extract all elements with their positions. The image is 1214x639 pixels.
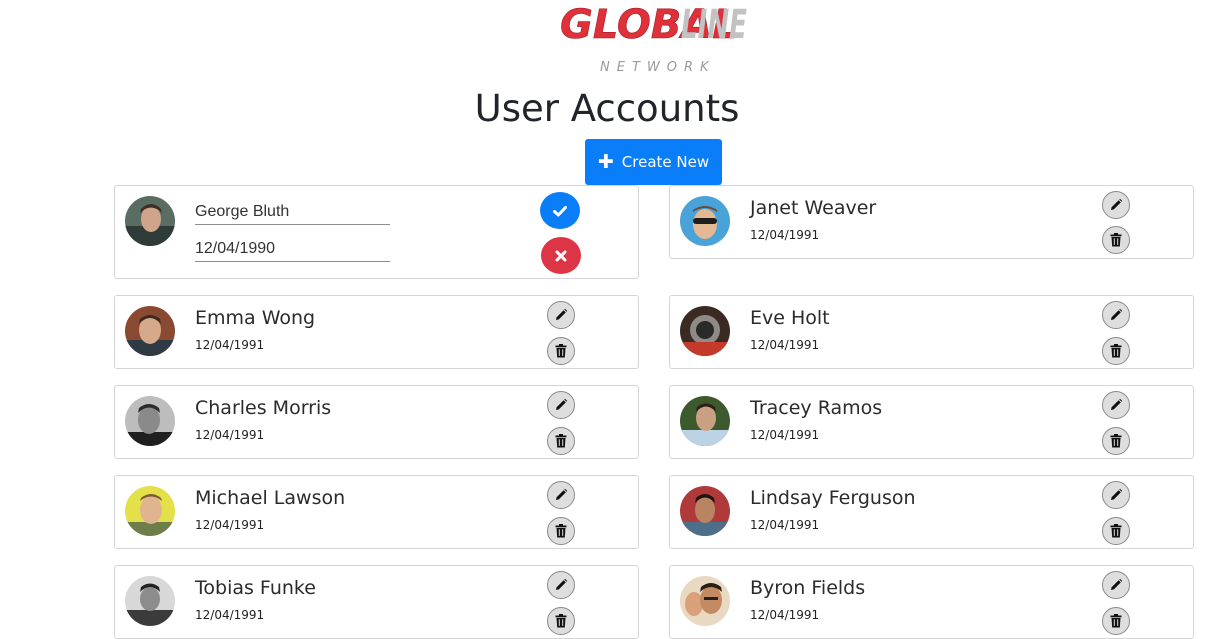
edit-button[interactable] (1102, 391, 1130, 419)
user-name: Janet Weaver (750, 197, 877, 219)
user-card: Lindsay Ferguson 12/04/1991 (669, 475, 1194, 549)
trash-icon (1110, 614, 1122, 628)
pencil-icon (556, 488, 568, 500)
plus-icon: ✚ (597, 150, 614, 173)
avatar (680, 576, 730, 626)
trash-icon (1110, 233, 1122, 247)
close-icon (555, 250, 567, 261)
avatar (680, 306, 730, 356)
user-name: Lindsay Ferguson (750, 487, 916, 509)
delete-button[interactable] (1102, 607, 1130, 635)
edit-button[interactable] (547, 481, 575, 509)
avatar (125, 486, 175, 536)
pencil-icon (1111, 198, 1123, 210)
trash-icon (555, 344, 567, 358)
delete-button[interactable] (1102, 427, 1130, 455)
avatar (125, 576, 175, 626)
avatar (125, 396, 175, 446)
pencil-icon (1111, 488, 1123, 500)
edit-button[interactable] (547, 391, 575, 419)
create-new-button[interactable]: ✚ Create New (585, 139, 722, 185)
user-dob: 12/04/1991 (750, 338, 820, 352)
edit-button[interactable] (547, 301, 575, 329)
pencil-icon (556, 578, 568, 590)
user-dob: 12/04/1991 (750, 608, 820, 622)
avatar (680, 196, 730, 246)
trash-icon (1110, 434, 1122, 448)
user-card: Michael Lawson 12/04/1991 (114, 475, 639, 549)
check-icon (553, 205, 567, 216)
user-dob: 12/04/1991 (195, 338, 265, 352)
page-title: User Accounts (474, 87, 740, 130)
delete-button[interactable] (1102, 226, 1130, 254)
pencil-icon (556, 308, 568, 320)
avatar (680, 396, 730, 446)
user-card: Charles Morris 12/04/1991 (114, 385, 639, 459)
user-name: Charles Morris (195, 397, 332, 419)
confirm-button[interactable] (540, 192, 580, 229)
avatar (680, 486, 730, 536)
dob-input[interactable] (195, 236, 390, 262)
user-dob: 12/04/1991 (195, 428, 265, 442)
delete-button[interactable] (547, 607, 575, 635)
edit-button[interactable] (547, 571, 575, 599)
logo-subtitle: NETWORK (600, 60, 716, 75)
user-dob: 12/04/1991 (750, 228, 820, 242)
trash-icon (555, 614, 567, 628)
user-dob: 12/04/1991 (750, 428, 820, 442)
pencil-icon (1111, 308, 1123, 320)
user-card-editing (114, 185, 639, 279)
edit-button[interactable] (1102, 191, 1130, 219)
user-name: Byron Fields (750, 577, 866, 599)
trash-icon (1110, 524, 1122, 538)
user-card: Eve Holt 12/04/1991 (669, 295, 1194, 369)
pencil-icon (1111, 578, 1123, 590)
user-dob: 12/04/1991 (750, 518, 820, 532)
delete-button[interactable] (1102, 337, 1130, 365)
delete-button[interactable] (547, 427, 575, 455)
pencil-icon (1111, 398, 1123, 410)
delete-button[interactable] (547, 337, 575, 365)
user-card: Janet Weaver 12/04/1991 (669, 185, 1194, 259)
avatar (125, 306, 175, 356)
trash-icon (1110, 344, 1122, 358)
user-name: Tobias Funke (195, 577, 316, 599)
delete-button[interactable] (547, 517, 575, 545)
trash-icon (555, 434, 567, 448)
user-card: Tobias Funke 12/04/1991 (114, 565, 639, 639)
pencil-icon (556, 398, 568, 410)
trash-icon (555, 524, 567, 538)
create-new-label: Create New (621, 153, 710, 171)
edit-button[interactable] (1102, 301, 1130, 329)
cancel-button[interactable] (541, 237, 581, 274)
avatar (125, 196, 175, 246)
user-name: Tracey Ramos (750, 397, 883, 419)
user-dob: 12/04/1991 (195, 608, 265, 622)
user-card: Tracey Ramos 12/04/1991 (669, 385, 1194, 459)
user-name: Emma Wong (195, 307, 316, 329)
user-card: Emma Wong 12/04/1991 (114, 295, 639, 369)
delete-button[interactable] (1102, 517, 1130, 545)
edit-button[interactable] (1102, 571, 1130, 599)
edit-button[interactable] (1102, 481, 1130, 509)
user-name: Eve Holt (750, 307, 830, 329)
brand-logo: GLOBAL LINE NETWORK (552, 0, 757, 78)
user-dob: 12/04/1991 (195, 518, 265, 532)
logo-text-secondary: LINE (681, 2, 747, 48)
name-input[interactable] (195, 199, 390, 225)
user-card: Byron Fields 12/04/1991 (669, 565, 1194, 639)
user-name: Michael Lawson (195, 487, 346, 509)
